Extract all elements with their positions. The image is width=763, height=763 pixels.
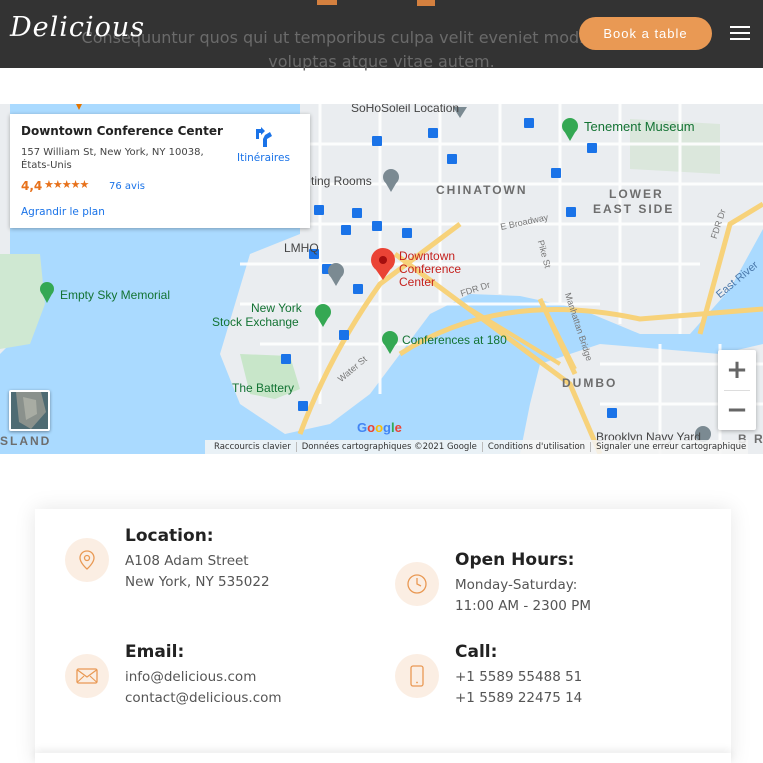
- hamburger-menu-icon[interactable]: [730, 24, 752, 42]
- map-footer: Raccourcis clavier Données cartographiqu…: [205, 440, 749, 454]
- map-label-empty-sky: Empty Sky Memorial: [60, 288, 171, 302]
- map-label-nyse-1: New York: [251, 301, 302, 315]
- place-address: 157 William St, New York, NY 10038, État…: [21, 147, 204, 171]
- satellite-preview-icon: [11, 392, 48, 429]
- place-rating: 4,4: [21, 179, 43, 193]
- map-label-island: SLAND: [0, 434, 52, 448]
- place-name: Downtown Conference Center: [21, 124, 223, 138]
- map-data-attribution: Données cartographiques ©2021 Google: [297, 442, 483, 452]
- map-label-conferences: Conferences at 180: [402, 333, 507, 347]
- map-label-lmhq: LMHQ: [284, 241, 319, 255]
- directions-icon[interactable]: [253, 127, 275, 147]
- map-label-battery: The Battery: [232, 381, 295, 395]
- site-logo[interactable]: Delicious: [10, 12, 145, 43]
- map-label-tenement: Tenement Museum: [584, 119, 695, 134]
- book-a-table-button[interactable]: Book a table: [579, 17, 712, 50]
- keyboard-shortcuts-link[interactable]: Raccourcis clavier: [209, 442, 297, 452]
- location-title: Location:: [125, 526, 214, 546]
- clock-icon: [395, 562, 439, 606]
- accent-heading-fragment: [317, 0, 435, 6]
- enlarge-map-link[interactable]: Agrandir le plan: [21, 206, 105, 218]
- map-marker-label: Downtown Conference Center: [399, 249, 462, 289]
- map-label-lower: LOWER: [609, 187, 664, 201]
- zoom-controls: + −: [718, 350, 756, 430]
- google-logo: Google: [357, 420, 402, 435]
- zoom-out-button[interactable]: −: [718, 390, 756, 430]
- directions-link[interactable]: Itinéraires: [237, 152, 290, 164]
- call-line-1[interactable]: +1 5589 55488 51: [455, 669, 582, 685]
- hours-title: Open Hours:: [455, 550, 575, 570]
- email-title: Email:: [125, 642, 185, 662]
- call-line-2[interactable]: +1 5589 22475 14: [455, 690, 582, 706]
- google-map[interactable]: SoHoSoleil Location Tenement Museum CHIN…: [0, 104, 763, 454]
- map-pin-icon: [65, 538, 109, 582]
- location-line-2: New York, NY 535022: [125, 574, 270, 590]
- hours-line-2: 11:00 AM - 2300 PM: [455, 598, 591, 614]
- zoom-in-button[interactable]: +: [718, 350, 756, 390]
- reviews-link[interactable]: 76 avis: [109, 181, 145, 192]
- map-label-nyse-2: Stock Exchange: [212, 315, 299, 329]
- section-description-line2: voluptas atque vitae autem.: [268, 52, 495, 71]
- rating-stars-icon: ★★★★★: [44, 178, 89, 191]
- top-header: Consequuntur quos qui ut temporibus culp…: [0, 0, 763, 71]
- map-label-east-side: EAST SIDE: [593, 202, 675, 216]
- phone-icon: [395, 654, 439, 698]
- call-title: Call:: [455, 642, 498, 662]
- email-line-1[interactable]: info@delicious.com: [125, 669, 256, 685]
- contact-info-card: Location: A108 Adam Street New York, NY …: [35, 509, 731, 763]
- next-card-edge: [35, 753, 731, 763]
- satellite-toggle-thumbnail[interactable]: [9, 390, 50, 431]
- envelope-icon: [65, 654, 109, 698]
- map-label-chinatown: CHINATOWN: [436, 183, 528, 197]
- map-label-meeting-rooms: ting Rooms: [311, 174, 372, 188]
- report-error-link[interactable]: Signaler une erreur cartographique: [591, 442, 748, 452]
- map-label-soho: SoHoSoleil Location: [351, 104, 460, 115]
- terms-of-use-link[interactable]: Conditions d'utilisation: [483, 442, 592, 452]
- map-label-dumbo: DUMBO: [562, 376, 618, 390]
- place-info-card: Downtown Conference Center 157 William S…: [10, 114, 310, 228]
- page: Consequuntur quos qui ut temporibus culp…: [0, 0, 763, 763]
- hours-line-1: Monday-Saturday:: [455, 577, 578, 593]
- email-line-2[interactable]: contact@delicious.com: [125, 690, 282, 706]
- location-line-1: A108 Adam Street: [125, 553, 249, 569]
